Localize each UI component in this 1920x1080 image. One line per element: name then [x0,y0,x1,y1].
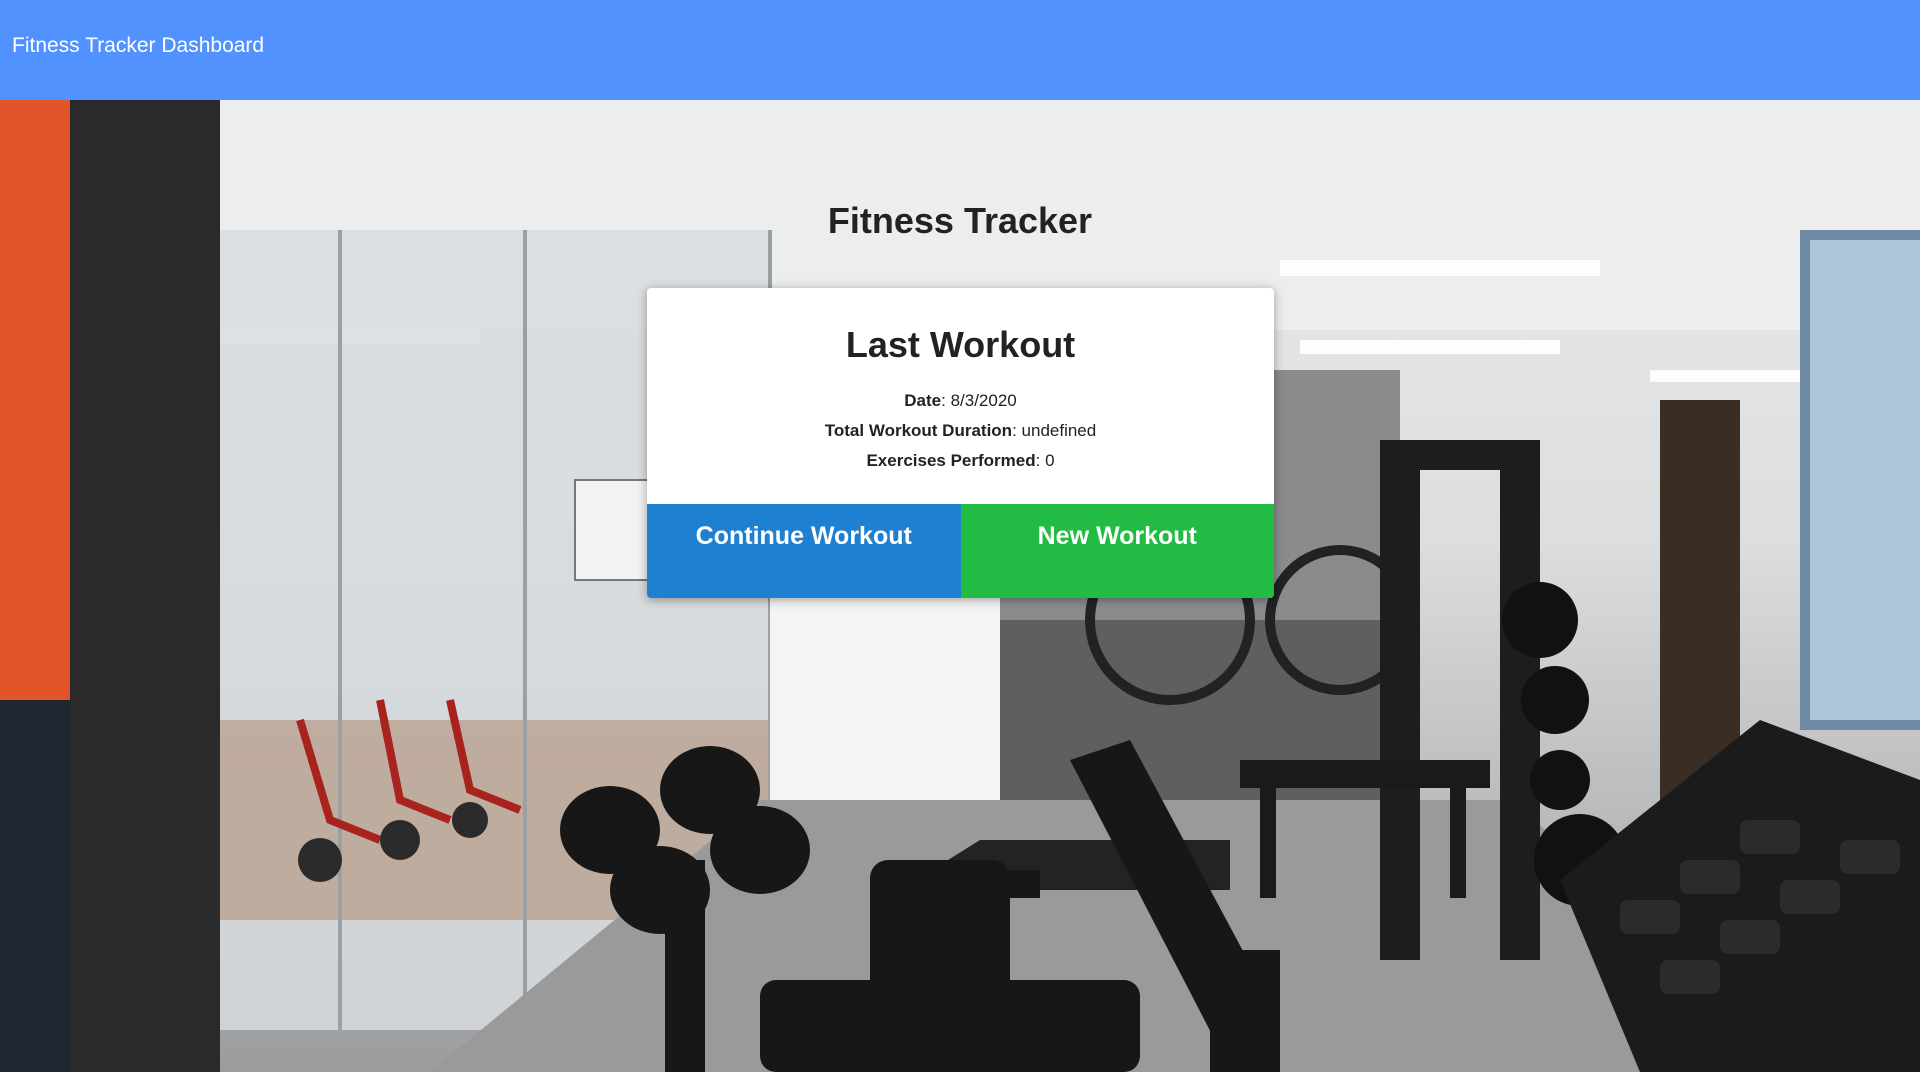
workout-date-label: Date [904,391,942,410]
exercises-performed-label: Exercises Performed [866,451,1036,470]
last-workout-card: Last Workout Date: 8/3/2020 Total Workou… [647,288,1274,598]
workout-actions: Continue Workout New Workout [647,504,1274,598]
page-title: Fitness Tracker [827,200,1093,241]
new-workout-button[interactable]: New Workout [960,504,1274,598]
workout-duration-label: Total Workout Duration [824,421,1013,440]
workout-date-value: 8/3/2020 [950,391,1017,410]
top-navbar: Fitness Tracker Dashboard [0,0,1920,100]
workout-date-row: Date: 8/3/2020 [904,391,1017,410]
workout-duration-value: undefined [1021,421,1097,440]
exercises-performed-value: 0 [1045,451,1055,470]
workout-duration-row: Total Workout Duration: undefined [824,421,1097,440]
continue-workout-button[interactable]: Continue Workout [647,504,961,598]
navbar-brand-link[interactable]: Fitness Tracker Dashboard [12,34,264,58]
exercises-performed-row: Exercises Performed: 0 [866,451,1055,470]
last-workout-title: Last Workout [845,324,1076,365]
page-bottom-strip [0,1072,1920,1080]
